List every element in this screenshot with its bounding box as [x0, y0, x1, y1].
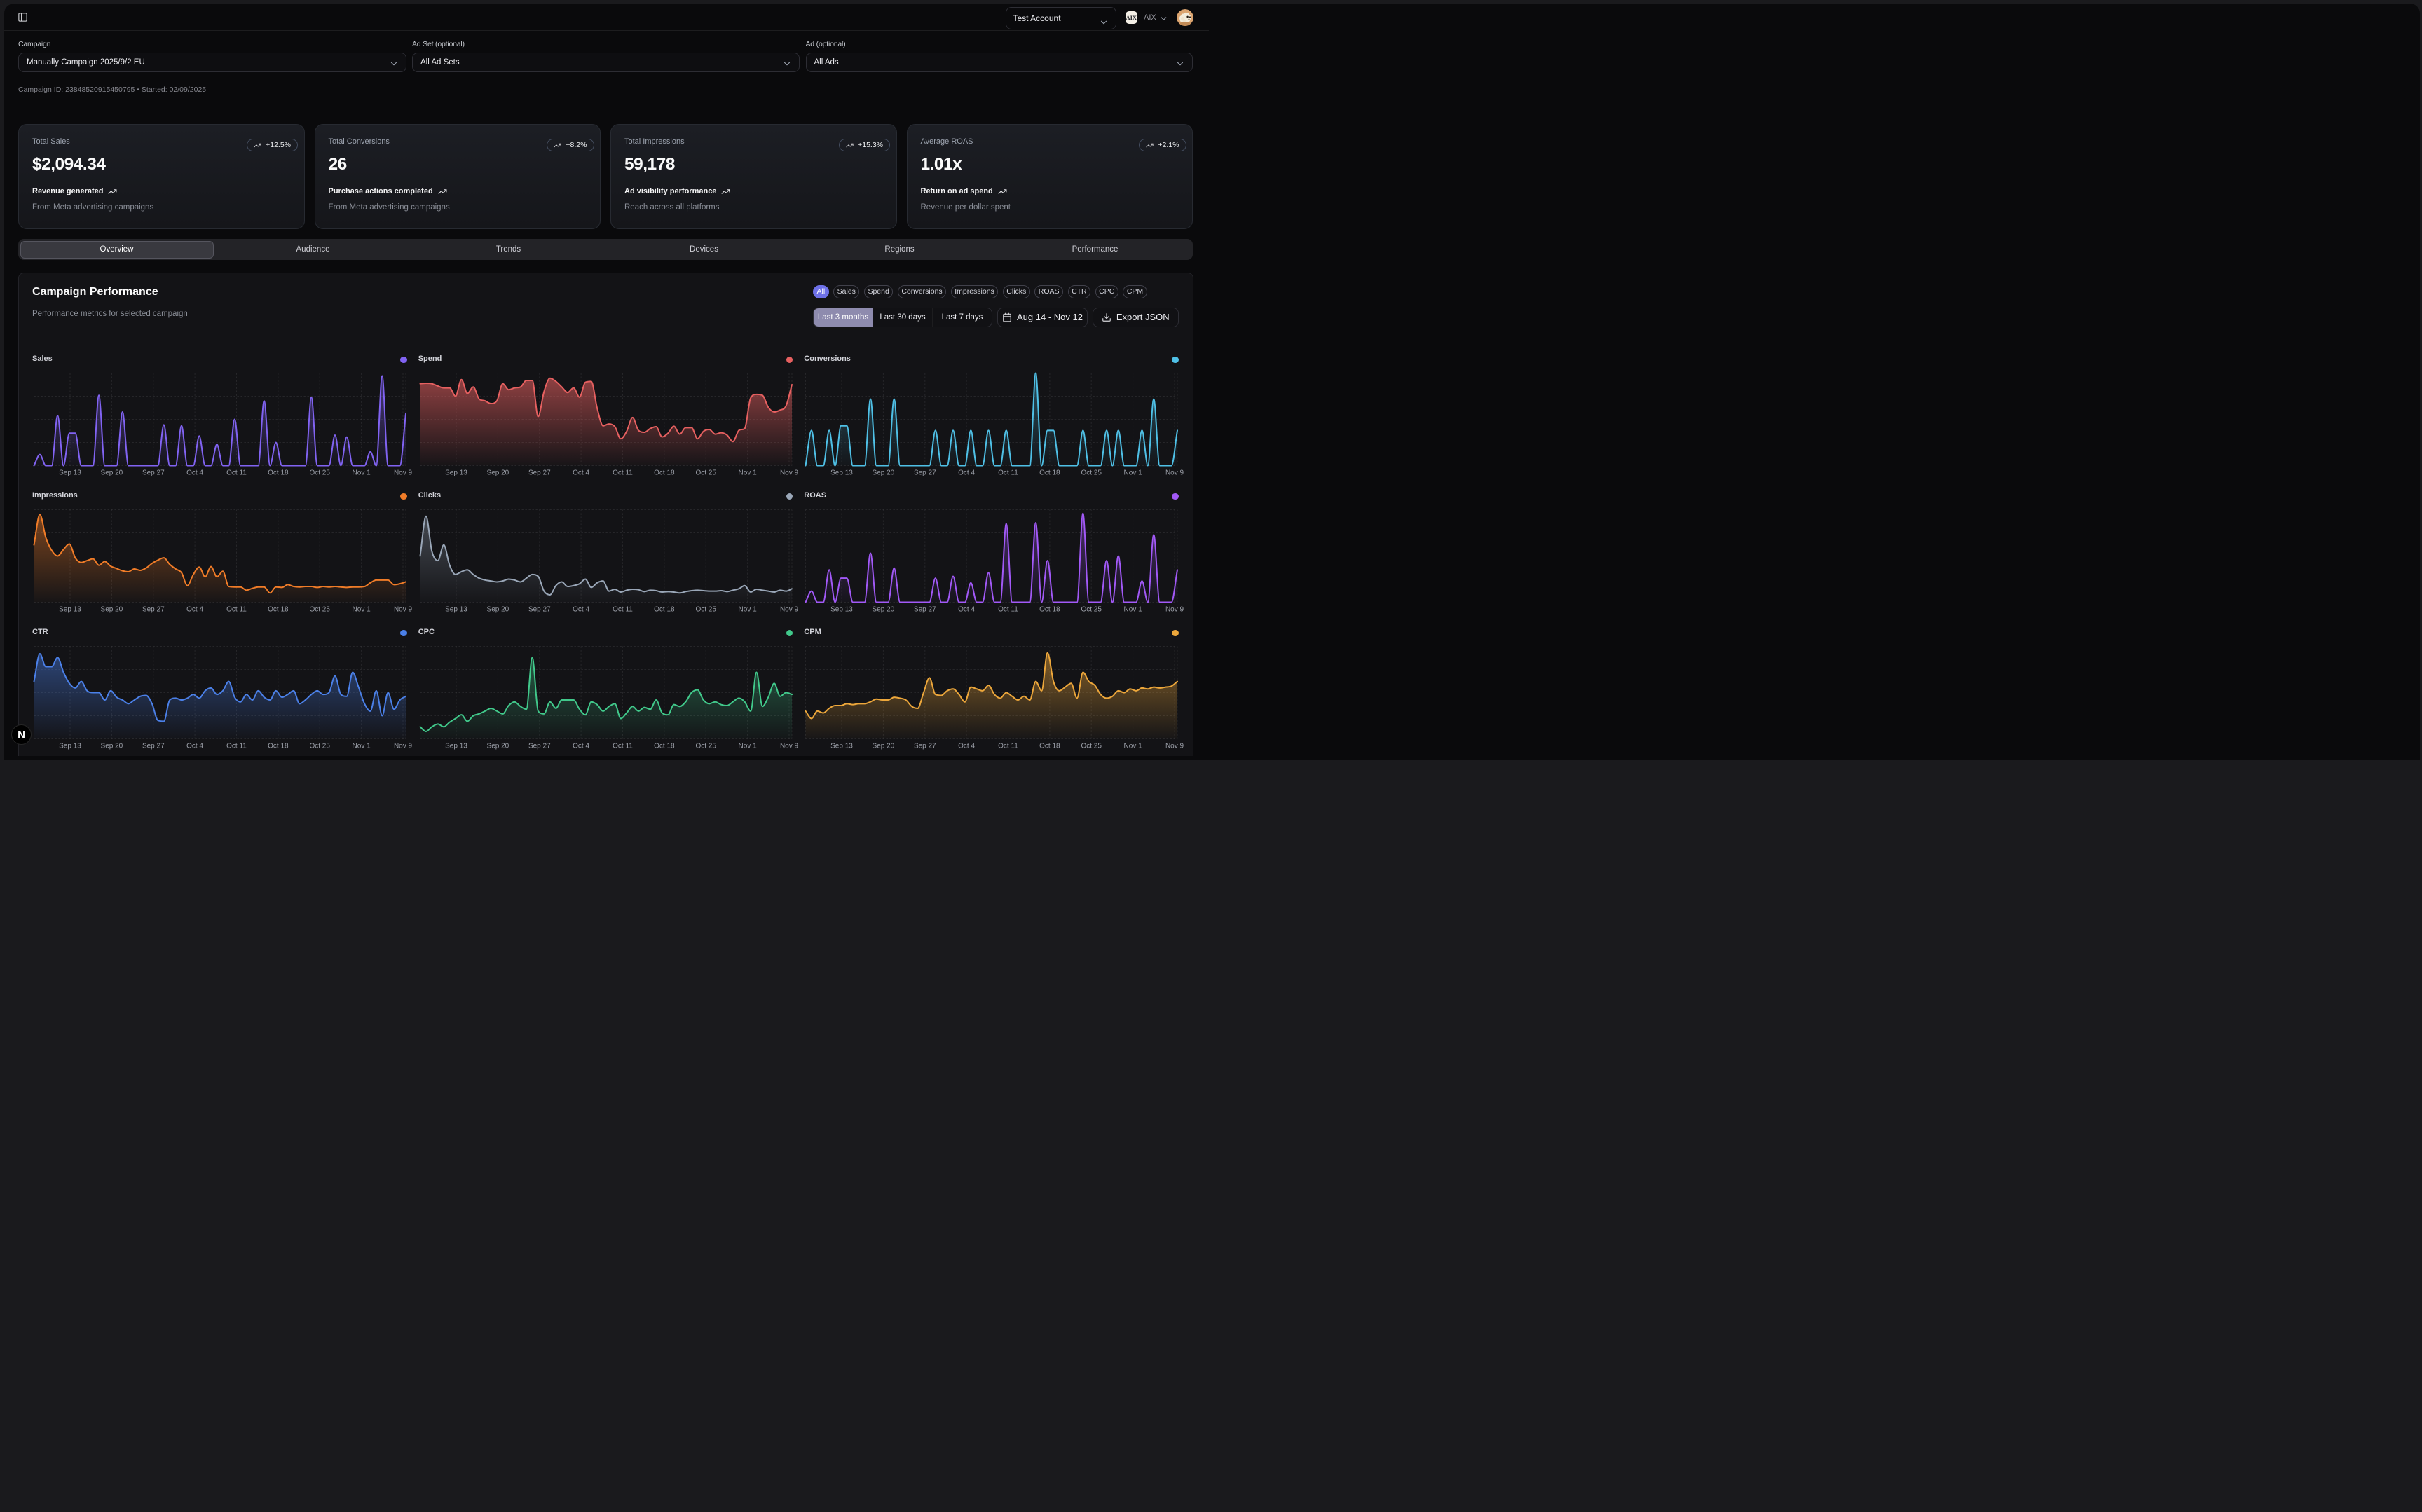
svg-text:Oct 11: Oct 11 [226, 743, 247, 750]
svg-text:Nov 9: Nov 9 [780, 606, 799, 614]
svg-text:Nov 1: Nov 1 [353, 469, 371, 477]
svg-text:Oct 4: Oct 4 [958, 743, 975, 750]
svg-text:Oct 11: Oct 11 [226, 606, 247, 614]
svg-text:Oct 4: Oct 4 [186, 743, 203, 750]
svg-text:Sep 13: Sep 13 [59, 743, 81, 750]
svg-text:Nov 9: Nov 9 [780, 743, 799, 750]
svg-text:Oct 11: Oct 11 [613, 743, 633, 750]
svg-text:Oct 25: Oct 25 [309, 743, 330, 750]
svg-text:Oct 25: Oct 25 [309, 469, 330, 477]
svg-text:Oct 18: Oct 18 [1039, 606, 1060, 614]
svg-text:Oct 25: Oct 25 [695, 606, 716, 614]
svg-text:Sep 13: Sep 13 [830, 469, 853, 477]
svg-text:Oct 11: Oct 11 [613, 469, 633, 477]
svg-text:Oct 4: Oct 4 [573, 469, 589, 477]
svg-text:Nov 1: Nov 1 [738, 606, 757, 614]
svg-text:Sep 20: Sep 20 [101, 469, 123, 477]
svg-text:Sep 27: Sep 27 [528, 469, 551, 477]
svg-text:Oct 4: Oct 4 [186, 469, 203, 477]
svg-text:Sep 13: Sep 13 [445, 469, 467, 477]
svg-text:Nov 9: Nov 9 [1165, 743, 1184, 750]
svg-text:Sep 20: Sep 20 [486, 743, 509, 750]
svg-text:Nov 1: Nov 1 [353, 743, 371, 750]
svg-text:Sep 27: Sep 27 [914, 469, 936, 477]
svg-text:Sep 27: Sep 27 [914, 743, 936, 750]
svg-text:Sep 27: Sep 27 [142, 743, 165, 750]
svg-text:Nov 1: Nov 1 [1124, 606, 1143, 614]
svg-text:Nov 9: Nov 9 [394, 606, 413, 614]
svg-text:Oct 25: Oct 25 [1081, 606, 1102, 614]
svg-text:Sep 20: Sep 20 [873, 469, 895, 477]
svg-text:Oct 18: Oct 18 [268, 469, 289, 477]
svg-text:Sep 13: Sep 13 [445, 743, 467, 750]
svg-text:Oct 25: Oct 25 [695, 743, 716, 750]
svg-text:Nov 9: Nov 9 [394, 469, 413, 477]
svg-text:Sep 27: Sep 27 [914, 606, 936, 614]
svg-text:Oct 11: Oct 11 [998, 606, 1018, 614]
svg-text:Sep 20: Sep 20 [101, 743, 123, 750]
svg-text:Sep 27: Sep 27 [528, 606, 551, 614]
svg-text:Sep 13: Sep 13 [830, 606, 853, 614]
svg-text:Nov 1: Nov 1 [738, 469, 757, 477]
svg-text:Oct 11: Oct 11 [613, 606, 633, 614]
svg-text:Oct 25: Oct 25 [1081, 469, 1102, 477]
svg-text:Oct 18: Oct 18 [268, 743, 289, 750]
svg-text:Sep 27: Sep 27 [528, 743, 551, 750]
svg-text:Oct 18: Oct 18 [268, 606, 289, 614]
svg-text:Nov 1: Nov 1 [738, 743, 757, 750]
svg-text:Sep 27: Sep 27 [142, 469, 165, 477]
svg-text:Nov 1: Nov 1 [1124, 743, 1143, 750]
svg-text:Sep 13: Sep 13 [59, 606, 81, 614]
svg-text:Sep 13: Sep 13 [59, 469, 81, 477]
svg-text:Sep 20: Sep 20 [101, 606, 123, 614]
svg-text:Sep 13: Sep 13 [830, 743, 853, 750]
svg-text:Oct 18: Oct 18 [654, 743, 675, 750]
svg-text:Oct 25: Oct 25 [309, 606, 330, 614]
svg-text:Oct 11: Oct 11 [998, 743, 1018, 750]
svg-text:Oct 4: Oct 4 [573, 606, 589, 614]
svg-text:Nov 1: Nov 1 [353, 606, 371, 614]
svg-text:Nov 9: Nov 9 [780, 469, 799, 477]
svg-text:Oct 25: Oct 25 [695, 469, 716, 477]
svg-text:Oct 25: Oct 25 [1081, 743, 1102, 750]
svg-text:Nov 9: Nov 9 [1165, 469, 1184, 477]
svg-text:Oct 18: Oct 18 [1039, 743, 1060, 750]
svg-text:Nov 9: Nov 9 [394, 743, 413, 750]
svg-text:Sep 13: Sep 13 [445, 606, 467, 614]
svg-text:Sep 20: Sep 20 [486, 606, 509, 614]
svg-text:Oct 11: Oct 11 [226, 469, 247, 477]
svg-text:Oct 4: Oct 4 [958, 469, 975, 477]
svg-text:Nov 9: Nov 9 [1165, 606, 1184, 614]
svg-text:Sep 20: Sep 20 [873, 606, 895, 614]
svg-text:Sep 20: Sep 20 [486, 469, 509, 477]
svg-text:Nov 1: Nov 1 [1124, 469, 1143, 477]
svg-text:Oct 4: Oct 4 [958, 606, 975, 614]
svg-text:Sep 27: Sep 27 [142, 606, 165, 614]
svg-text:Oct 4: Oct 4 [573, 743, 589, 750]
svg-text:Oct 18: Oct 18 [1039, 469, 1060, 477]
svg-text:Sep 20: Sep 20 [873, 743, 895, 750]
svg-text:Oct 18: Oct 18 [654, 606, 675, 614]
svg-text:Oct 4: Oct 4 [186, 606, 203, 614]
svg-text:Oct 11: Oct 11 [998, 469, 1018, 477]
svg-text:Oct 18: Oct 18 [654, 469, 675, 477]
